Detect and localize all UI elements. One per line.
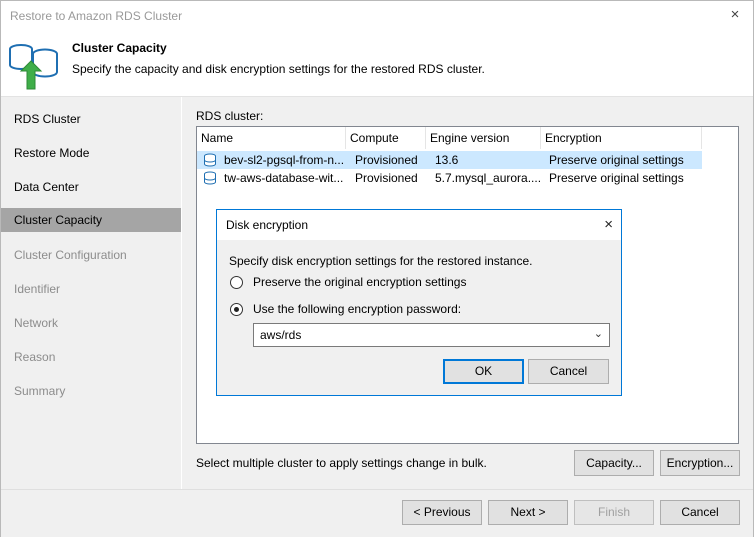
step-summary: Summary [14,384,66,398]
wizard-steps: RDS Cluster Restore Mode Data Center Clu… [1,97,181,489]
table-row[interactable]: tw-aws-database-wit... Provisioned 5.7.m… [197,169,702,187]
bulk-hint: Select multiple cluster to apply setting… [196,456,487,470]
cell-engine: 5.7.mysql_aurora.... [435,171,542,185]
step-rds-cluster[interactable]: RDS Cluster [1,107,181,131]
finish-button: Finish [574,500,654,525]
column-header-compute[interactable]: Compute [346,127,426,149]
preserve-encryption-radio[interactable] [230,276,243,289]
title-bar: Restore to Amazon RDS Cluster × [1,1,753,31]
rds-cluster-label: RDS cluster: [196,109,264,123]
dialog-description: Specify disk encryption settings for the… [229,254,533,268]
database-restore-icon [9,44,58,90]
use-password-radio[interactable] [230,303,243,316]
capacity-button[interactable]: Capacity... [574,450,654,476]
page-subtitle: Specify the capacity and disk encryption… [72,62,485,76]
restore-wizard-window: Restore to Amazon RDS Cluster × Cluster … [0,0,754,537]
dialog-title: Disk encryption [226,218,309,232]
step-data-center[interactable]: Data Center [1,175,181,199]
ok-button[interactable]: OK [443,359,524,384]
chevron-down-icon[interactable]: ⌄ [594,327,603,340]
column-header-name[interactable]: Name [197,127,346,149]
database-icon [204,153,216,167]
radio-selected-dot [234,307,239,312]
step-restore-mode[interactable]: Restore Mode [1,141,181,165]
column-header-encryption[interactable]: Encryption [541,127,702,149]
cell-encryption: Preserve original settings [549,153,684,167]
preserve-encryption-label[interactable]: Preserve the original encryption setting… [253,275,466,289]
wizard-header: Cluster Capacity Specify the capacity an… [1,31,753,95]
encryption-key-value: aws/rds [260,328,302,342]
cell-name: bev-sl2-pgsql-from-n... [224,153,345,167]
cell-encryption: Preserve original settings [549,171,684,185]
cell-compute: Provisioned [355,153,418,167]
database-icon [204,171,216,185]
encryption-button[interactable]: Encryption... [660,450,740,476]
list-header: Name Compute Engine version Encryption [197,127,738,149]
close-icon[interactable]: × [725,5,745,25]
close-icon[interactable]: × [604,215,613,235]
step-reason: Reason [14,350,56,364]
step-network: Network [14,316,59,330]
dialog-title-bar: Disk encryption × [217,210,621,240]
disk-encryption-dialog: Disk encryption × Specify disk encryptio… [216,209,622,396]
page-title: Cluster Capacity [72,41,167,55]
next-button[interactable]: Next > [488,500,568,525]
column-header-engine-version[interactable]: Engine version [426,127,541,149]
table-row[interactable]: bev-sl2-pgsql-from-n... Provisioned 13.6… [197,151,702,169]
step-cluster-capacity[interactable]: Cluster Capacity [1,208,181,232]
cell-engine: 13.6 [435,153,459,167]
cell-compute: Provisioned [355,171,418,185]
cancel-button[interactable]: Cancel [660,500,740,525]
encryption-key-select[interactable]: aws/rds ⌄ [253,323,610,347]
use-password-label[interactable]: Use the following encryption password: [253,302,461,316]
cell-name: tw-aws-database-wit... [224,171,344,185]
step-identifier: Identifier [14,282,61,296]
previous-button[interactable]: < Previous [402,500,482,525]
window-title: Restore to Amazon RDS Cluster [10,9,183,23]
dialog-cancel-button[interactable]: Cancel [528,359,609,384]
step-cluster-configuration: Cluster Configuration [14,248,127,262]
